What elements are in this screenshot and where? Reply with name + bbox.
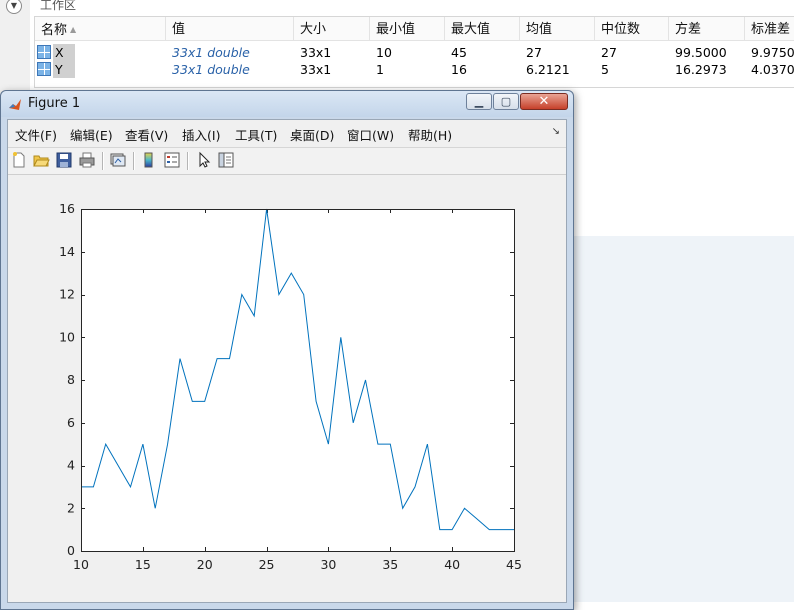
y-tick-label: 12 (59, 287, 75, 302)
column-header-size[interactable]: 大小 (294, 17, 370, 41)
y-tick-label: 6 (67, 415, 75, 430)
variable-std: 9.9750 (751, 45, 794, 60)
variable-median: 5 (601, 62, 609, 77)
variable-name[interactable]: X (53, 44, 75, 61)
menu-view[interactable]: 查看(V) (125, 125, 168, 144)
column-header-median[interactable]: 中位数 (595, 17, 669, 41)
menu-window[interactable]: 窗口(W) (347, 125, 394, 144)
collapse-icon[interactable]: ▼ (6, 0, 22, 14)
menu-edit[interactable]: 编辑(E) (70, 125, 113, 144)
link-plot-icon[interactable] (109, 151, 127, 169)
new-figure-icon[interactable] (10, 151, 28, 169)
figure-window: Figure 1 ▁ ▢ ✕ 文件(F) 编辑(E) 查看(V) 插入(I) 工… (0, 90, 574, 610)
y-tick-label: 14 (59, 244, 75, 259)
column-header-variance[interactable]: 方差 (669, 17, 745, 41)
x-tick-label: 30 (320, 557, 336, 572)
matlab-logo-icon (9, 99, 21, 110)
variable-std: 4.0370 (751, 62, 794, 77)
minimize-button[interactable]: ▁ (466, 93, 492, 110)
figure-title: Figure 1 (28, 96, 81, 111)
workspace-table: 名称 ▲ 值 大小 最小值 最大值 均值 中位数 方差 标准差 X 33x1 do… (34, 16, 794, 88)
column-header-value[interactable]: 值 (166, 17, 294, 41)
close-button[interactable]: ✕ (520, 93, 568, 110)
variable-max: 45 (451, 45, 467, 60)
figure-toolbar (8, 148, 566, 175)
variable-size: 33x1 (300, 62, 332, 77)
variable-name[interactable]: Y (53, 61, 75, 78)
variable-matrix-icon (37, 62, 51, 76)
desktop-background (566, 90, 794, 602)
property-editor-icon[interactable] (217, 151, 235, 169)
variable-median: 27 (601, 45, 617, 60)
column-header-name[interactable]: 名称 ▲ (35, 17, 166, 41)
column-header-std[interactable]: 标准差 (745, 17, 794, 41)
workspace-row[interactable]: X 33x1 double 33x1 10 45 27 27 99.5000 9… (35, 44, 794, 61)
colorbar-icon[interactable] (140, 151, 158, 169)
x-tick-label: 15 (135, 557, 151, 572)
open-file-icon[interactable] (32, 151, 50, 169)
y-tick-label: 8 (67, 372, 75, 387)
x-tick-label: 35 (382, 557, 398, 572)
column-header-min[interactable]: 最小值 (370, 17, 445, 41)
figure-menubar: 文件(F) 编辑(E) 查看(V) 插入(I) 工具(T) 桌面(D) 窗口(W… (8, 120, 566, 148)
variable-mean: 6.2121 (526, 62, 570, 77)
figure-titlebar[interactable]: Figure 1 ▁ ▢ ✕ (1, 91, 573, 117)
variable-mean: 27 (526, 45, 542, 60)
figure-client-area: 文件(F) 编辑(E) 查看(V) 插入(I) 工具(T) 桌面(D) 窗口(W… (7, 119, 567, 603)
variable-size: 33x1 (300, 45, 332, 60)
toolbar-separator (187, 152, 189, 170)
sort-ascending-icon: ▲ (70, 25, 77, 34)
x-tick-label: 10 (73, 557, 89, 572)
column-header-mean[interactable]: 均值 (520, 17, 595, 41)
menu-file[interactable]: 文件(F) (15, 125, 57, 144)
legend-icon[interactable] (163, 151, 181, 169)
y-tick-label: 0 (67, 543, 75, 558)
menu-help[interactable]: 帮助(H) (408, 125, 452, 144)
figure-canvas: 10 15 20 25 30 35 40 45 0 2 4 6 8 10 12 14 16 (8, 175, 566, 602)
variable-value: 33x1 double (172, 45, 250, 60)
y-tick-label: 10 (59, 329, 75, 344)
pointer-icon[interactable] (195, 151, 213, 169)
y-tick-label: 4 (67, 458, 75, 473)
variable-matrix-icon (37, 45, 51, 59)
y-tick-label: 2 (67, 500, 75, 515)
toolbar-separator (102, 152, 104, 170)
toolbar-separator (133, 152, 135, 170)
workspace-row[interactable]: Y 33x1 double 33x1 1 16 6.2121 5 16.2973… (35, 61, 794, 78)
x-tick-label: 40 (444, 557, 460, 572)
axes-background (81, 209, 514, 551)
variable-variance: 16.2973 (675, 62, 727, 77)
variable-min: 10 (376, 45, 392, 60)
dock-figure-icon[interactable]: ↘ (552, 126, 560, 137)
column-header-max[interactable]: 最大值 (445, 17, 520, 41)
maximize-button[interactable]: ▢ (493, 93, 519, 110)
variable-max: 16 (451, 62, 467, 77)
variable-min: 1 (376, 62, 384, 77)
menu-insert[interactable]: 插入(I) (182, 125, 220, 144)
x-tick-label: 20 (197, 557, 213, 572)
menu-desktop[interactable]: 桌面(D) (290, 125, 334, 144)
print-icon[interactable] (78, 151, 96, 169)
workspace-panel: 工作区 名称 ▲ 值 大小 最小值 最大值 均值 中位数 方差 标准差 X 33x… (30, 0, 794, 90)
variable-variance: 99.5000 (675, 45, 727, 60)
workspace-title: 工作区 (40, 0, 77, 12)
menu-tools[interactable]: 工具(T) (235, 125, 277, 144)
line-plot[interactable]: 10 15 20 25 30 35 40 45 0 2 4 6 8 10 12 14 16 (8, 175, 566, 603)
variable-value: 33x1 double (172, 62, 250, 77)
x-tick-label: 45 (506, 557, 522, 572)
y-tick-label: 16 (59, 201, 75, 216)
save-icon[interactable] (55, 151, 73, 169)
x-tick-label: 25 (259, 557, 275, 572)
